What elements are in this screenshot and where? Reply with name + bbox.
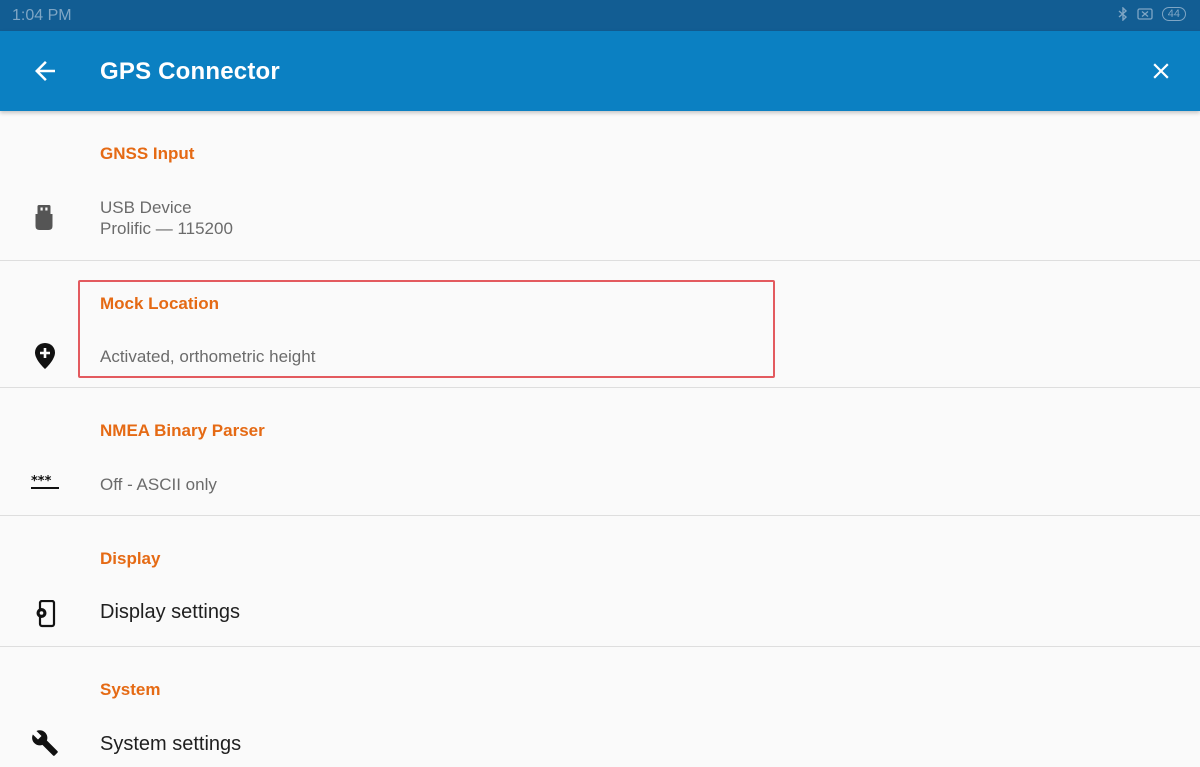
phone-settings-icon	[36, 600, 56, 628]
nmea-parser-item[interactable]: NMEA Binary Parser *** Off - ASCII only	[0, 388, 1200, 516]
add-location-icon	[35, 343, 55, 369]
system-settings-label: System settings	[100, 733, 242, 755]
password-dots-icon: ***	[31, 475, 59, 489]
status-icons: 44	[1118, 7, 1186, 21]
page-title: GPS Connector	[100, 58, 280, 85]
nmea-parser-header: NMEA Binary Parser	[100, 421, 265, 440]
gnss-input-item[interactable]: GNSS Input USB Device Prolific — 115200	[0, 111, 1200, 261]
system-header: System	[100, 680, 161, 699]
status-time: 1:04 PM	[12, 7, 72, 24]
settings-list: GNSS Input USB Device Prolific — 115200 …	[0, 111, 1200, 767]
battery-icon: 44	[1161, 7, 1186, 21]
mock-location-header: Mock Location	[100, 294, 220, 313]
display-settings-label: Display settings	[100, 601, 241, 623]
gnss-input-detail: Prolific — 115200	[100, 219, 233, 238]
svg-text:***: ***	[31, 475, 52, 489]
system-item[interactable]: System System settings	[0, 647, 1200, 767]
display-item[interactable]: Display Display settings	[0, 516, 1200, 647]
gnss-input-header: GNSS Input	[100, 144, 195, 163]
wrench-icon	[32, 730, 58, 756]
no-sim-icon	[1137, 8, 1153, 20]
bluetooth-icon	[1118, 7, 1127, 21]
gnss-input-device: USB Device	[100, 198, 192, 217]
usb-icon	[35, 205, 53, 230]
close-icon[interactable]	[1148, 58, 1174, 84]
nmea-parser-status: Off - ASCII only	[100, 475, 217, 494]
mock-location-status: Activated, orthometric height	[100, 347, 316, 366]
mock-location-item[interactable]: Mock Location Activated, orthometric hei…	[0, 261, 1200, 388]
app-bar: GPS Connector	[0, 31, 1200, 111]
display-header: Display	[100, 549, 161, 568]
arrow-back-icon[interactable]	[30, 56, 60, 86]
status-bar: 1:04 PM 44	[0, 0, 1200, 31]
